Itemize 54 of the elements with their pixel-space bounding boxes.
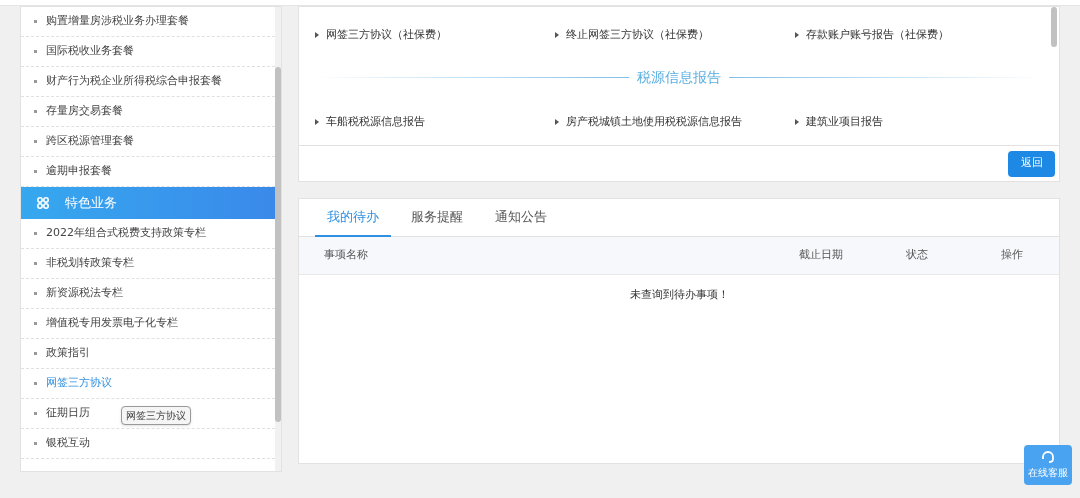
column-header: 状态 [906, 247, 929, 264]
sidebar-item[interactable]: 新资源税法专栏 [46, 285, 123, 302]
empty-message: 未查询到待办事项！ [629, 287, 729, 303]
sidebar-item[interactable]: 购置增量房涉税业务办理套餐 [46, 13, 189, 30]
bullet-icon [34, 232, 37, 235]
sidebar-item[interactable]: 增值税专用发票电子化专栏 [46, 315, 178, 332]
service-link[interactable]: 建筑业项目报告 [795, 114, 1027, 131]
tooltip: 网签三方协议 [121, 406, 191, 425]
bullet-icon [34, 352, 37, 355]
bullet-icon [34, 382, 37, 385]
section-title: 税源信息报告 [637, 68, 721, 87]
caret-icon [795, 32, 799, 39]
bullet-icon [34, 80, 37, 83]
headset-icon [1041, 450, 1055, 464]
bullet-icon [34, 442, 37, 445]
grid-icon [37, 197, 49, 209]
caret-icon [315, 119, 319, 126]
sidebar-item[interactable]: 存量房交易套餐 [46, 103, 123, 120]
sidebar-item[interactable]: 非税划转政策专栏 [46, 255, 134, 272]
bullet-icon [34, 110, 37, 113]
scrollbar-thumb[interactable] [275, 67, 281, 422]
bullet-icon [34, 412, 37, 415]
sidebar-item[interactable]: 跨区税源管理套餐 [46, 133, 134, 150]
service-link[interactable]: 终止网签三方协议（社保费） [555, 27, 795, 44]
service-link[interactable]: 网签三方协议（社保费） [315, 27, 555, 44]
tab[interactable]: 通知公告 [483, 199, 559, 237]
service-link[interactable]: 存款账户账号报告（社保费） [795, 27, 1027, 44]
sidebar-item[interactable]: 银税互动 [46, 435, 90, 452]
sidebar-item[interactable]: 征期日历 [46, 405, 90, 422]
tab[interactable]: 服务提醒 [399, 199, 475, 237]
service-link[interactable]: 房产税城镇土地使用税税源信息报告 [555, 114, 795, 131]
bullet-icon [34, 292, 37, 295]
sidebar-item[interactable]: 网签三方协议 [46, 375, 112, 392]
sidebar-item[interactable]: 逾期申报套餐 [46, 163, 112, 180]
bullet-icon [34, 50, 37, 53]
sidebar-item[interactable]: 2022年组合式税费支持政策专栏 [46, 225, 206, 242]
service-link[interactable]: 车船税税源信息报告 [315, 114, 555, 131]
caret-icon [555, 119, 559, 126]
sidebar-item[interactable]: 政策指引 [46, 345, 90, 362]
bullet-icon [34, 170, 37, 173]
scrollbar-thumb[interactable] [1051, 7, 1057, 47]
bullet-icon [34, 20, 37, 23]
caret-icon [555, 32, 559, 39]
bullet-icon [34, 322, 37, 325]
bullet-icon [34, 140, 37, 143]
column-header: 截止日期 [799, 247, 844, 264]
column-header: 事项名称 [323, 247, 369, 264]
sidebar-item[interactable]: 财产行为税企业所得税综合申报套餐 [46, 73, 222, 90]
caret-icon [795, 119, 799, 126]
back-button[interactable]: 返回 [1008, 150, 1055, 177]
bullet-icon [34, 262, 37, 265]
caret-icon [315, 32, 319, 39]
sidebar-item[interactable]: 国际税收业务套餐 [46, 43, 134, 60]
column-header: 操作 [1001, 247, 1024, 264]
